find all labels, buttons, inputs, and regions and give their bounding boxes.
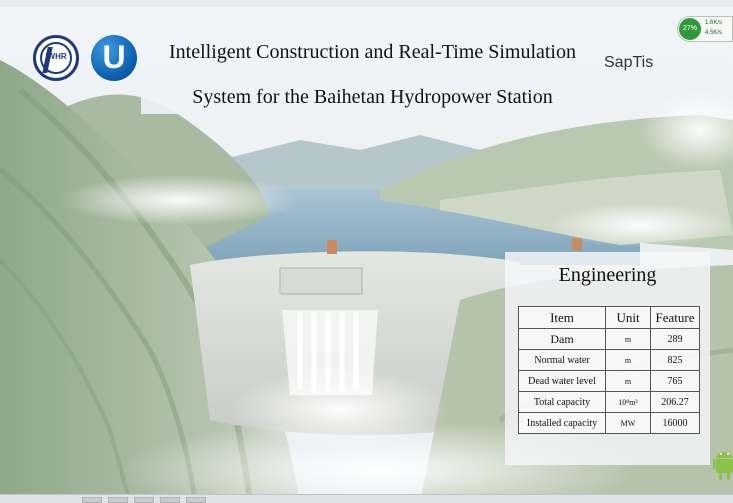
network-speed-widget[interactable]: 27% 1.6K/s 4.5K/s: [677, 16, 733, 42]
upload-speed: 1.6K/s: [705, 20, 723, 26]
download-speed: 4.5K/s: [705, 30, 723, 36]
table-row: Total capacity 10⁸m³ 206.27: [518, 391, 700, 413]
row-unit: MW: [605, 412, 651, 434]
u-logo-icon: U: [91, 35, 137, 81]
page-title-line-2: System for the Baihetan Hydropower Stati…: [192, 86, 553, 108]
row-unit: m: [605, 349, 651, 371]
iwhr-logo-text: IWHR: [45, 52, 67, 61]
iwhr-logo-icon: IWHR: [33, 35, 79, 81]
engineering-panel: Engineering Item Unit Feature Dam m 289 …: [505, 252, 710, 465]
page-title-line-1: Intelligent Construction and Real-Time S…: [168, 41, 576, 63]
engineering-table: Item Unit Feature Dam m 289 Normal water…: [518, 306, 700, 434]
column-header-item: Item: [518, 306, 606, 329]
row-unit: 10⁸m³: [605, 391, 651, 413]
android-icon[interactable]: [713, 444, 733, 482]
column-header-unit: Unit: [605, 306, 651, 329]
row-feature: 825: [650, 349, 700, 371]
engineering-title: Engineering: [558, 264, 657, 286]
column-header-feature: Feature: [650, 306, 700, 329]
table-row: Dam m 289: [518, 328, 700, 350]
cpu-percent-badge: 27%: [679, 18, 701, 40]
table-row: Normal water m 825: [518, 349, 700, 371]
row-feature: 16000: [650, 412, 700, 434]
row-feature: 206.27: [650, 391, 700, 413]
row-item: Dam: [518, 328, 606, 350]
taskbar-button[interactable]: [134, 497, 154, 503]
taskbar: [0, 494, 733, 503]
table-row: Installed capacity MW 16000: [518, 412, 700, 434]
row-unit: m: [605, 370, 651, 392]
row-unit: m: [605, 328, 651, 350]
row-item: Installed capacity: [518, 412, 606, 434]
u-logo-text: U: [102, 39, 126, 75]
app-window: IWHR U Intelligent Construction and Real…: [0, 0, 733, 503]
taskbar-button[interactable]: [186, 497, 206, 503]
brand-label: SapTis: [604, 54, 654, 71]
row-item: Total capacity: [518, 391, 606, 413]
row-feature: 289: [650, 328, 700, 350]
row-feature: 765: [650, 370, 700, 392]
taskbar-button[interactable]: [82, 497, 102, 503]
row-item: Normal water: [518, 349, 606, 371]
title-panel: Intelligent Construction and Real-Time S…: [141, 30, 604, 114]
taskbar-button[interactable]: [160, 497, 180, 503]
row-item: Dead water level: [518, 370, 606, 392]
table-row: Dead water level m 765: [518, 370, 700, 392]
taskbar-button[interactable]: [108, 497, 128, 503]
table-header-row: Item Unit Feature: [518, 306, 700, 329]
